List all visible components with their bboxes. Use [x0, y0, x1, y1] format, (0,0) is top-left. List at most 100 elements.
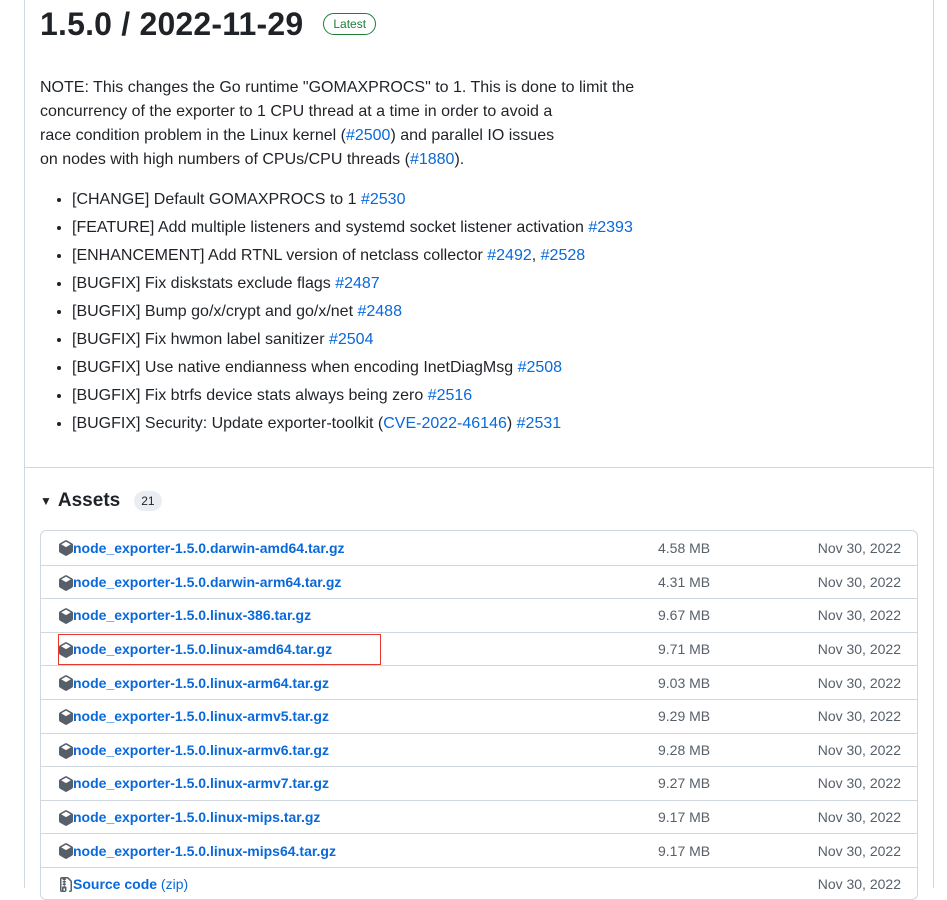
asset-link[interactable]: node_exporter-1.5.0.darwin-arm64.tar.gz	[73, 574, 341, 590]
note-line-1: NOTE: This changes the Go runtime "GOMAX…	[40, 79, 635, 96]
asset-link[interactable]: Source code (zip)	[73, 876, 188, 892]
asset-row: node_exporter-1.5.0.linux-armv7.tar.gz 9.…	[41, 766, 917, 800]
changelog-item: [BUGFIX] Fix diskstats exclude flags #24…	[72, 270, 633, 298]
asset-link[interactable]: node_exporter-1.5.0.linux-armv7.tar.gz	[73, 775, 329, 791]
asset-row: Source code (zip) Nov 30, 2022	[41, 866, 917, 899]
issue-link[interactable]: #2488	[357, 303, 402, 320]
asset-link[interactable]: node_exporter-1.5.0.linux-mips.tar.gz	[73, 809, 320, 825]
changelog-text: [FEATURE] Add multiple listeners and sys…	[72, 219, 589, 236]
asset-link[interactable]: node_exporter-1.5.0.linux-armv5.tar.gz	[73, 708, 329, 724]
issue-link[interactable]: #2531	[517, 415, 562, 432]
cve-link[interactable]: CVE-2022-46146	[383, 415, 507, 432]
issue-link[interactable]: #2508	[518, 359, 563, 376]
issue-link[interactable]: #2530	[361, 191, 406, 208]
asset-size: 4.58 MB	[658, 539, 711, 556]
section-divider	[24, 467, 934, 468]
changelog-text-after: )	[506, 415, 517, 432]
changelog-text: [ENHANCEMENT] Add RTNL version of netcla…	[72, 247, 488, 264]
asset-row: node_exporter-1.5.0.linux-386.tar.gz 9.67…	[41, 598, 917, 632]
changelog-item: [CHANGE] Default GOMAXPROCS to 1 #2530	[72, 186, 633, 214]
highlight-box	[58, 634, 381, 665]
release-note: NOTE: This changes the Go runtime "GOMAX…	[40, 76, 640, 172]
package-icon	[58, 742, 74, 759]
changelog-item: [BUGFIX] Fix btrfs device stats always b…	[72, 382, 633, 410]
changelog-text: [BUGFIX] Bump go/x/crypt and go/x/net	[72, 303, 358, 320]
asset-date: Nov 30, 2022	[817, 539, 901, 556]
asset-date: Nov 30, 2022	[817, 741, 901, 758]
asset-link[interactable]: node_exporter-1.5.0.linux-mips64.tar.gz	[73, 843, 336, 859]
issue-link[interactable]: #2504	[329, 331, 374, 348]
asset-date: Nov 30, 2022	[817, 607, 901, 624]
asset-row: node_exporter-1.5.0.linux-armv6.tar.gz 9.…	[41, 732, 917, 767]
issue-link[interactable]: #2492	[487, 247, 532, 264]
changelog-text: [CHANGE] Default GOMAXPROCS to 1	[72, 191, 361, 208]
package-icon	[58, 843, 74, 860]
asset-size: 9.17 MB	[658, 842, 711, 859]
issue-link[interactable]: #2528	[541, 247, 586, 264]
changelog-item: [BUGFIX] Use native endianness when enco…	[72, 354, 633, 382]
changelog-text: [BUGFIX] Fix btrfs device stats always b…	[72, 387, 428, 404]
note-line-4-end: ).	[454, 151, 465, 168]
asset-row: node_exporter-1.5.0.linux-mips.tar.gz 9.1…	[41, 799, 917, 834]
asset-size: 9.17 MB	[658, 809, 711, 826]
package-icon	[58, 776, 74, 793]
assets-header[interactable]: ▼ Assets 21	[40, 488, 162, 514]
issue-link[interactable]: #2393	[588, 219, 633, 236]
asset-date: Nov 30, 2022	[817, 573, 901, 590]
changelog-item: [ENHANCEMENT] Add RTNL version of netcla…	[72, 242, 633, 270]
asset-link[interactable]: node_exporter-1.5.0.darwin-amd64.tar.gz	[73, 540, 345, 556]
asset-name: node_exporter-1.5.0.darwin-arm64.tar.gz	[73, 573, 342, 590]
package-icon	[58, 574, 74, 591]
package-icon	[58, 809, 74, 826]
asset-link[interactable]: node_exporter-1.5.0.linux-386.tar.gz	[73, 607, 311, 623]
asset-date: Nov 30, 2022	[817, 876, 901, 893]
asset-name: Source code	[73, 876, 158, 893]
changelog-item: [BUGFIX] Security: Update exporter-toolk…	[72, 410, 633, 438]
asset-size: 9.03 MB	[658, 674, 711, 691]
asset-date: Nov 30, 2022	[817, 775, 901, 792]
note-line-3: race condition problem in the Linux kern…	[40, 127, 346, 144]
asset-name: node_exporter-1.5.0.darwin-amd64.tar.gz	[73, 539, 345, 556]
changelog-text: [BUGFIX] Fix diskstats exclude flags	[72, 275, 336, 292]
asset-date: Nov 30, 2022	[817, 842, 901, 859]
changelog-list: [CHANGE] Default GOMAXPROCS to 1 #2530 [F…	[40, 186, 633, 438]
issue-link-1880[interactable]: #1880	[410, 151, 455, 168]
changelog-item: [BUGFIX] Bump go/x/crypt and go/x/net #2…	[72, 298, 633, 326]
asset-size: 9.27 MB	[658, 775, 711, 792]
asset-date: Nov 30, 2022	[817, 641, 901, 658]
asset-link[interactable]: node_exporter-1.5.0.linux-arm64.tar.gz	[73, 675, 329, 691]
asset-row: node_exporter-1.5.0.linux-mips64.tar.gz 9…	[41, 833, 917, 867]
asset-size: 9.71 MB	[658, 641, 711, 658]
package-icon	[58, 709, 74, 725]
asset-row: node_exporter-1.5.0.linux-arm64.tar.gz 9.…	[41, 665, 917, 699]
asset-row: node_exporter-1.5.0.darwin-amd64.tar.gz 4…	[41, 531, 917, 565]
issue-link-2500[interactable]: #2500	[346, 127, 391, 144]
zip-file-icon	[58, 876, 74, 893]
package-icon	[58, 540, 74, 556]
package-icon	[58, 608, 74, 625]
latest-badge: Latest	[323, 13, 377, 35]
assets-title[interactable]: Assets	[58, 490, 120, 512]
asset-name: node_exporter-1.5.0.linux-arm64.tar.gz	[73, 674, 329, 691]
release-title[interactable]: 1.5.0 / 2022-11-29	[40, 6, 303, 43]
changelog-item: [BUGFIX] Fix hwmon label sanitizer #2504	[72, 326, 633, 354]
asset-row: node_exporter-1.5.0.linux-armv5.tar.gz 9.…	[41, 698, 917, 733]
asset-name: node_exporter-1.5.0.linux-mips64.tar.gz	[73, 842, 336, 859]
asset-date: Nov 30, 2022	[817, 674, 901, 691]
asset-date: Nov 30, 2022	[817, 708, 901, 725]
release-header: 1.5.0 / 2022-11-29 Latest	[40, 0, 377, 48]
asset-size: 9.28 MB	[658, 741, 711, 758]
assets-list: node_exporter-1.5.0.darwin-amd64.tar.gz 4…	[40, 530, 918, 900]
asset-size: 9.67 MB	[658, 607, 711, 624]
triangle-down-icon[interactable]: ▼	[40, 494, 52, 508]
asset-name: node_exporter-1.5.0.linux-386.tar.gz	[73, 607, 312, 624]
package-icon	[58, 675, 74, 692]
issue-link[interactable]: #2516	[428, 387, 473, 404]
note-line-4: on nodes with high numbers of CPUs/CPU t…	[40, 151, 410, 168]
changelog-text: [BUGFIX] Fix hwmon label sanitizer	[72, 331, 329, 348]
asset-size: 4.31 MB	[658, 573, 711, 590]
changelog-text: [BUGFIX] Security: Update exporter-toolk…	[72, 415, 384, 432]
issue-link[interactable]: #2487	[335, 275, 380, 292]
asset-link[interactable]: node_exporter-1.5.0.linux-armv6.tar.gz	[73, 742, 329, 758]
changelog-item: [FEATURE] Add multiple listeners and sys…	[72, 214, 633, 242]
